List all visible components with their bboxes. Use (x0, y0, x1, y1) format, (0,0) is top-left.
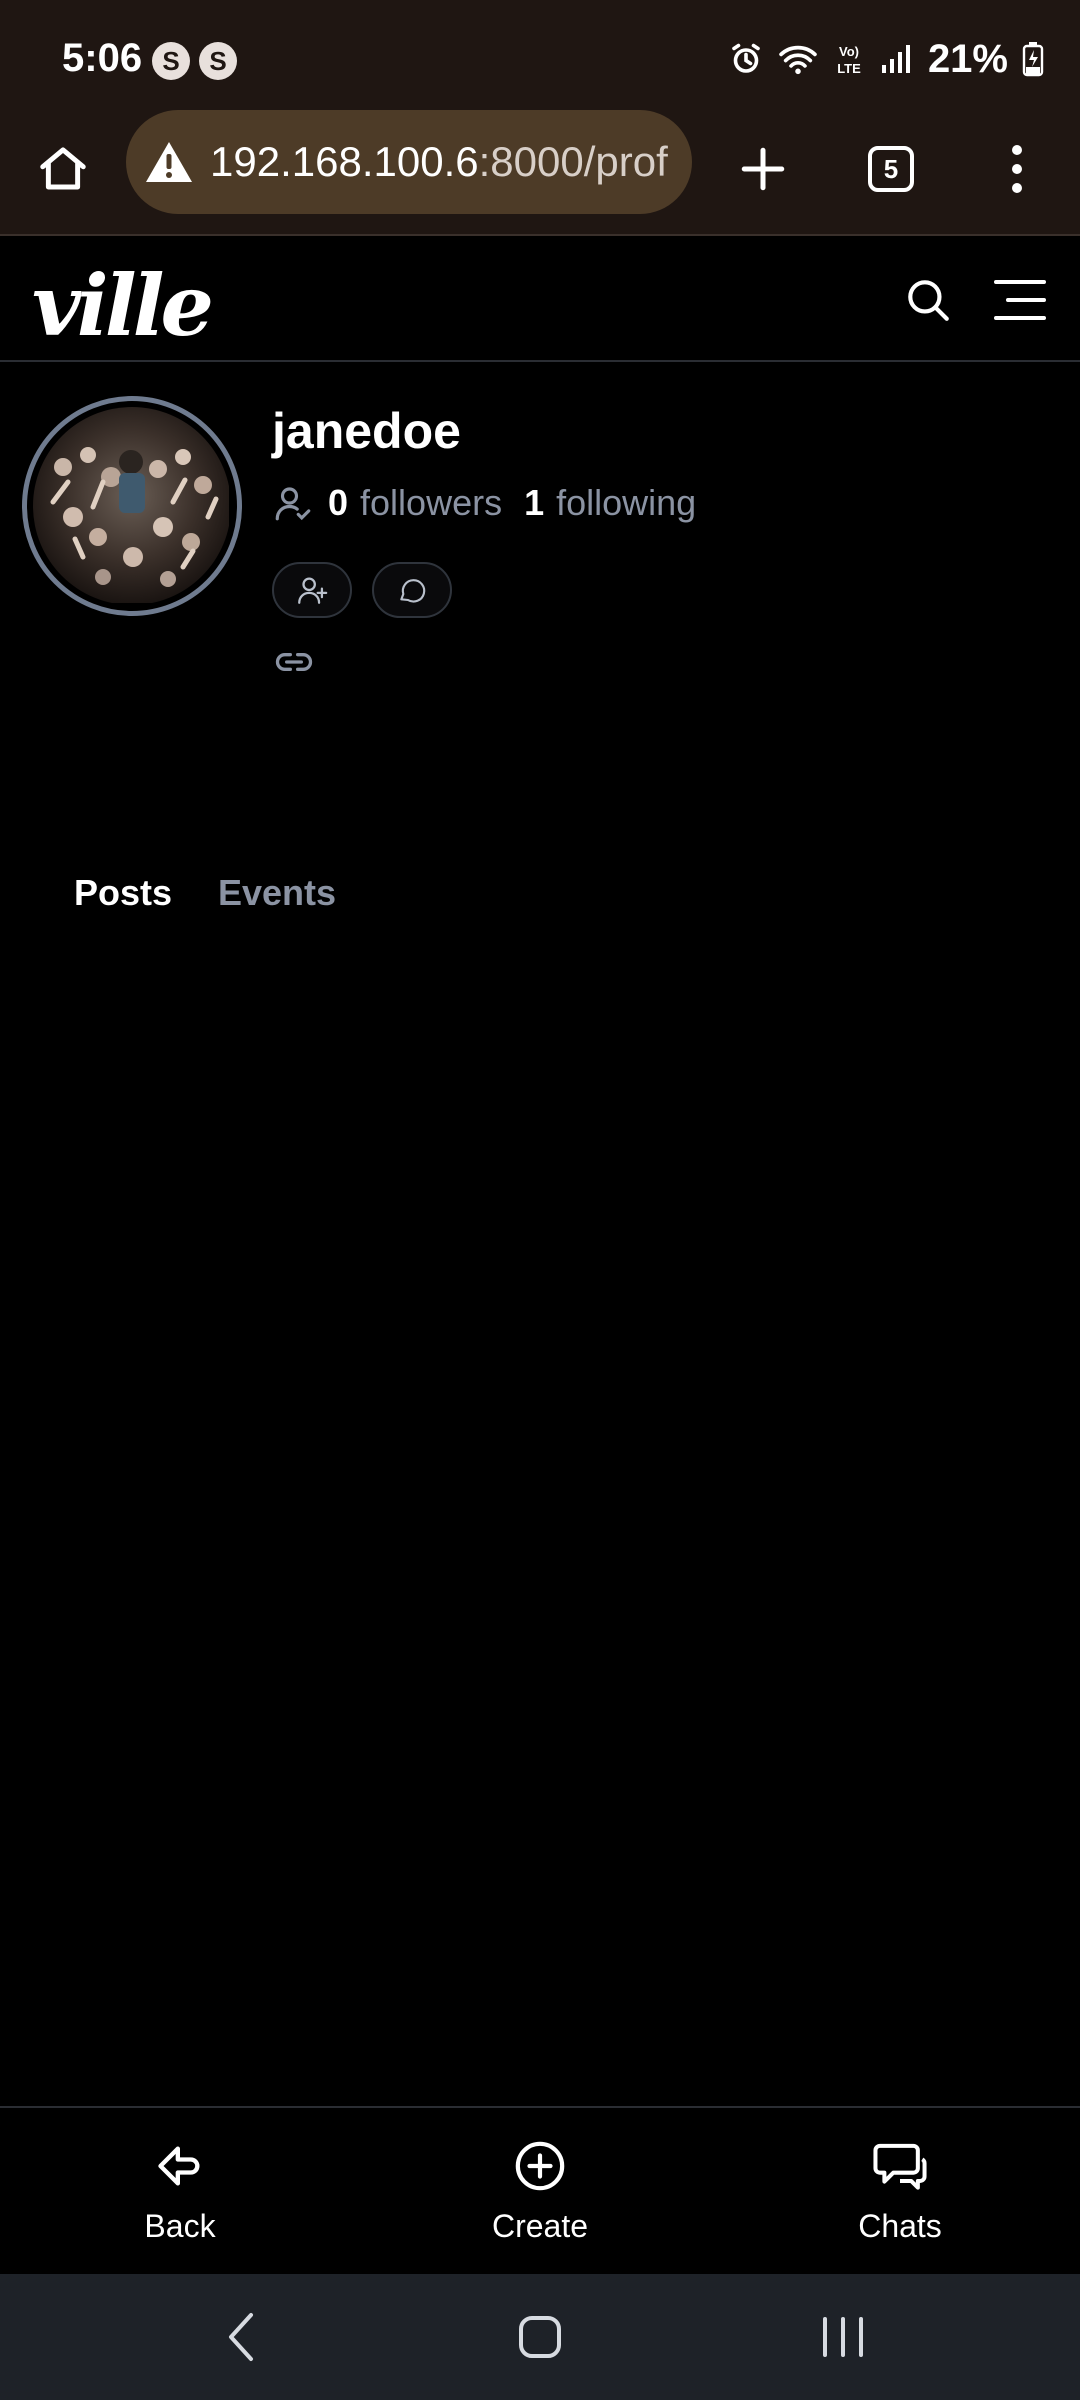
status-indicators: Vo) LTE 21% (728, 34, 1044, 84)
follow-icon (298, 577, 328, 604)
url-host: 192.168.100.6 (210, 138, 479, 185)
message-button[interactable] (372, 562, 452, 618)
system-back-icon[interactable] (206, 2302, 276, 2372)
tab-count: 5 (868, 146, 914, 192)
home-icon[interactable] (30, 136, 96, 202)
followers-count[interactable]: 0 (328, 482, 348, 524)
volte-icon: Vo) LTE (837, 44, 861, 76)
following-label[interactable]: following (556, 482, 696, 524)
system-home-icon[interactable] (505, 2302, 575, 2372)
svg-text:Vo): Vo) (839, 44, 859, 59)
nav-back[interactable]: Back (80, 2108, 280, 2276)
url-text: 192.168.100.6:8000/prof (210, 110, 668, 214)
alarm-icon (732, 43, 760, 73)
status-bar: 5:06 S S Vo) LTE 21% (0, 0, 1080, 112)
bottom-navigation: Back Create Chats (0, 2106, 1080, 2274)
app-notification-icon: S (199, 42, 237, 80)
nav-create-label: Create (491, 2208, 589, 2244)
system-navigation-bar (0, 2274, 1080, 2400)
url-path: :8000/prof (478, 138, 668, 185)
plus-circle-icon (510, 2136, 570, 2196)
tab-events[interactable]: Events (218, 872, 336, 914)
status-time: 5:06 (62, 36, 143, 80)
nav-chats-label: Chats (858, 2208, 942, 2244)
link-icon[interactable] (272, 640, 316, 689)
battery-charging-icon (1022, 42, 1044, 77)
profile-avatar (22, 396, 242, 616)
nav-chats[interactable]: Chats (800, 2108, 1000, 2276)
following-count[interactable]: 1 (524, 482, 544, 524)
nav-create[interactable]: Create (440, 2108, 640, 2276)
message-icon (400, 579, 426, 603)
search-icon[interactable] (898, 270, 958, 330)
signal-icon (881, 45, 910, 73)
battery-percentage: 21% (927, 36, 1008, 81)
hamburger-menu-icon[interactable] (990, 270, 1050, 330)
address-bar[interactable]: 192.168.100.6:8000/prof (126, 110, 692, 214)
avatar-photo (33, 407, 229, 603)
nav-back-label: Back (144, 2208, 216, 2244)
svg-text:LTE: LTE (837, 61, 861, 76)
app-notification-icon: S (152, 42, 190, 80)
back-arrow-icon (150, 2136, 210, 2196)
tab-switcher-icon[interactable]: 5 (858, 136, 924, 202)
new-tab-icon[interactable] (730, 136, 796, 202)
system-recents-icon[interactable] (808, 2302, 878, 2372)
tab-posts[interactable]: Posts (74, 872, 172, 914)
app-header: ville (0, 238, 1080, 362)
profile-username: janedoe (272, 403, 461, 459)
chat-bubbles-icon (870, 2136, 930, 2196)
followers-label[interactable]: followers (360, 482, 502, 524)
site-logo[interactable]: ville (32, 256, 214, 355)
followers-icon (275, 487, 311, 521)
profile-stats: 0 followers 1 following (272, 482, 696, 524)
avatar-image (33, 407, 231, 605)
wifi-icon (779, 45, 817, 75)
more-menu-icon[interactable] (984, 136, 1050, 202)
warning-icon[interactable] (144, 140, 194, 184)
follow-button[interactable] (272, 562, 352, 618)
